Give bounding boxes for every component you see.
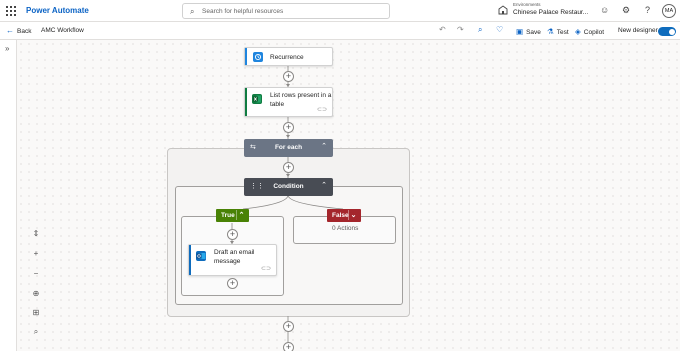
- command-bar: ← Back AMC Workflow ↶ ↷ ⌕ ♡ ▣ Save ⚗ Test ◈…: [0, 22, 680, 40]
- collapse-chevron-icon[interactable]: ⌃: [319, 181, 329, 191]
- help-icon[interactable]: ?: [645, 5, 650, 15]
- back-arrow-icon: ←: [6, 26, 14, 35]
- add-step-button[interactable]: +: [283, 321, 294, 332]
- true-branch-label: True: [221, 212, 235, 219]
- new-designer-toggle[interactable]: [658, 27, 676, 36]
- add-step-button[interactable]: +: [283, 71, 294, 82]
- recurrence-title: Recurrence: [270, 54, 304, 61]
- outlook-icon: [196, 251, 206, 261]
- link-icon: ⊂⊃: [316, 107, 327, 113]
- add-step-button[interactable]: +: [283, 342, 294, 351]
- search-box[interactable]: ⌕ Search for helpful resources: [182, 3, 390, 19]
- draft-email-title-line1: Draft an email: [214, 249, 255, 256]
- undo-icon[interactable]: ↶: [439, 25, 446, 35]
- environment-label[interactable]: Environments: [513, 2, 541, 7]
- smiley-icon[interactable]: ☺: [600, 5, 609, 15]
- copilot-label: Copilot: [583, 29, 605, 36]
- flow-checker-icon[interactable]: ♡: [496, 25, 503, 35]
- gear-icon[interactable]: ⚙: [622, 5, 630, 15]
- search-canvas-icon[interactable]: ⌕: [478, 25, 482, 35]
- app-title[interactable]: Power Automate: [26, 6, 89, 15]
- excel-icon: [252, 94, 262, 104]
- zoom-in-icon[interactable]: +: [30, 248, 42, 260]
- add-step-button[interactable]: +: [227, 229, 238, 240]
- search-canvas-icon[interactable]: ⌕: [30, 326, 42, 338]
- test-icon: ⚗: [547, 27, 554, 36]
- environment-name[interactable]: Chinese Palace Restaur...: [513, 9, 588, 16]
- expand-panel-icon[interactable]: »: [5, 44, 9, 53]
- fit-vertical-icon[interactable]: ⇕: [30, 228, 42, 240]
- draft-email-title-line2: message: [214, 258, 241, 265]
- recurrence-icon: [253, 52, 263, 62]
- back-button[interactable]: ← Back: [6, 26, 31, 35]
- app-header: Power Automate ⌕ Search for helpful reso…: [0, 0, 680, 22]
- minimap-icon[interactable]: ⊞: [30, 307, 42, 319]
- copilot-icon: ◈: [575, 27, 581, 36]
- redo-icon[interactable]: ↷: [457, 25, 464, 35]
- flow-name: AMC Workflow: [41, 27, 84, 34]
- canvas-controls: ⇕ + − ⊕ ⊞ ⌕: [27, 226, 45, 344]
- collapse-chevron-icon[interactable]: ⌃: [236, 210, 246, 220]
- collapse-chevron-icon[interactable]: ⌃: [319, 142, 329, 152]
- draft-email-card[interactable]: Draft an email message ⊂⊃: [188, 244, 277, 276]
- left-rail: »: [0, 40, 17, 351]
- condition-card[interactable]: ⋮⋮ Condition ⌃: [244, 178, 333, 196]
- add-step-button[interactable]: +: [283, 122, 294, 133]
- recurrence-card[interactable]: Recurrence: [244, 47, 333, 66]
- fit-view-icon[interactable]: ⊕: [30, 288, 42, 300]
- avatar[interactable]: MA: [662, 4, 676, 18]
- list-rows-title-line2: table: [270, 101, 285, 108]
- false-branch-header[interactable]: False ⌄: [327, 209, 361, 222]
- test-button[interactable]: ⚗ Test: [547, 27, 569, 36]
- save-button[interactable]: ▣ Save: [516, 27, 541, 36]
- add-step-button[interactable]: +: [227, 278, 238, 289]
- false-branch-empty-text: 0 Actions: [332, 225, 359, 232]
- app-launcher-icon[interactable]: [6, 6, 16, 16]
- search-icon: ⌕: [190, 7, 195, 16]
- copilot-button[interactable]: ◈ Copilot: [575, 27, 604, 36]
- search-placeholder: Search for helpful resources: [202, 8, 284, 15]
- foreach-card[interactable]: ⇆ For each ⌃: [244, 139, 333, 157]
- new-designer-label: New designer: [618, 27, 658, 34]
- link-icon: ⊂⊃: [260, 266, 271, 272]
- zoom-out-icon[interactable]: −: [30, 268, 42, 280]
- test-label: Test: [556, 29, 569, 36]
- back-label: Back: [17, 28, 32, 35]
- true-branch-header[interactable]: True ⌃: [216, 209, 249, 222]
- expand-chevron-icon[interactable]: ⌄: [348, 210, 358, 220]
- save-icon: ▣: [516, 27, 524, 36]
- false-branch-label: False: [332, 212, 349, 219]
- environment-icon: [498, 5, 508, 15]
- add-step-button[interactable]: +: [283, 162, 294, 173]
- list-rows-title-line1: List rows present in a: [270, 92, 332, 99]
- save-label: Save: [526, 29, 541, 36]
- list-rows-card[interactable]: List rows present in a table ⊂⊃: [244, 87, 333, 117]
